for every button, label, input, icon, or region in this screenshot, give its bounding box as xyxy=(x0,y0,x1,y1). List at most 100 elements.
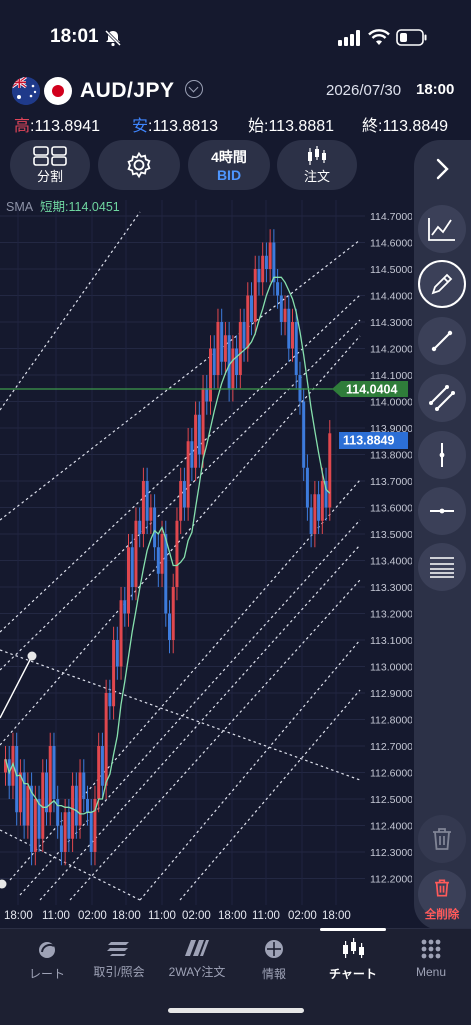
tab-menu[interactable]: Menu xyxy=(384,930,471,990)
delete-all-label: 全削除 xyxy=(424,909,460,921)
time-tick-label: 18:00 xyxy=(112,910,141,922)
trendline-tool-button[interactable] xyxy=(418,317,466,365)
chart-settings-button[interactable] xyxy=(98,140,180,190)
fibonacci-tool-button[interactable] xyxy=(418,543,466,591)
candle-body xyxy=(186,441,190,508)
price-tick-label: 112.5000 xyxy=(370,794,412,806)
delete-all-button[interactable]: 全削除 xyxy=(418,870,466,921)
price-tick-label: 113.7000 xyxy=(370,476,412,488)
trash-icon xyxy=(433,828,451,850)
horizontal-line-tool-button[interactable] xyxy=(418,487,466,535)
candle-body xyxy=(279,295,283,322)
price-tick-label: 112.9000 xyxy=(370,688,412,700)
battery-icon xyxy=(396,29,428,51)
price-chart[interactable]: 114.7000 114.6000 114.5000 114.4000 114.3000… xyxy=(0,196,412,928)
diagonal-line-icon xyxy=(431,330,453,352)
chevron-down-icon[interactable] xyxy=(185,80,203,98)
pencil-tool-button[interactable] xyxy=(418,260,466,308)
collapse-panel-button[interactable] xyxy=(418,145,466,193)
candle-body xyxy=(145,481,149,521)
trade-icon xyxy=(107,942,129,956)
chevron-right-icon xyxy=(436,158,449,180)
candle-body xyxy=(231,348,235,389)
currency-pair-title[interactable]: AUD/JPY xyxy=(80,79,175,103)
channel-line[interactable] xyxy=(0,335,361,746)
candle-body xyxy=(175,520,179,587)
candle-body xyxy=(74,785,78,826)
candle-body xyxy=(149,507,153,521)
candle-body xyxy=(141,481,145,534)
candle-body xyxy=(302,401,306,468)
price-tick-label: 112.4000 xyxy=(370,821,412,833)
order-button[interactable]: 注文 xyxy=(277,140,357,190)
timeframe-button[interactable]: 4時間 BID xyxy=(188,140,270,190)
candle-body xyxy=(164,534,168,614)
candle-body xyxy=(59,825,63,852)
candle-body xyxy=(272,242,276,283)
channel-line[interactable] xyxy=(0,211,141,411)
candle-body xyxy=(119,600,123,667)
candle-body xyxy=(153,507,157,548)
channel-tool-button[interactable] xyxy=(418,374,466,422)
time-tick-label: 11:00 xyxy=(42,910,70,922)
price-tick-label: 114.5000 xyxy=(370,264,412,276)
grid-icon xyxy=(33,145,67,166)
candle-body xyxy=(320,481,324,521)
price-tick-label: 114.3000 xyxy=(370,317,412,329)
price-tick-label: 113.6000 xyxy=(370,503,412,515)
candle-body xyxy=(71,785,75,839)
home-indicator xyxy=(168,1008,304,1013)
candle-body xyxy=(209,348,212,402)
candle-body xyxy=(182,481,186,508)
candle-body xyxy=(26,785,30,826)
signal-icon xyxy=(338,30,362,51)
candle-body xyxy=(78,772,82,826)
channel-line[interactable] xyxy=(9,479,361,881)
line-chart-icon xyxy=(428,218,455,241)
price-tick-label: 114.7000 xyxy=(370,211,412,223)
candle-body xyxy=(104,693,108,786)
bell-muted-icon xyxy=(104,29,122,52)
candle-body xyxy=(130,547,134,587)
candle-body xyxy=(250,295,253,322)
indicator-tool-button[interactable] xyxy=(418,205,466,253)
candle-body xyxy=(313,494,317,534)
time-tick-label: 18:00 xyxy=(4,910,33,922)
price-tick-label: 112.8000 xyxy=(370,715,412,727)
candle-body xyxy=(261,255,265,283)
channel-line[interactable] xyxy=(139,639,361,901)
delete-drawing-button[interactable] xyxy=(418,815,466,863)
candle-body xyxy=(276,282,280,296)
time-tick-label: 02:00 xyxy=(288,910,317,922)
split-view-button[interactable]: 分割 xyxy=(10,140,90,190)
trend-line-handle[interactable] xyxy=(27,651,37,661)
time-axis: 18:00 11:00 02:00 18:00 11:00 02:00 18:00 11:00… xyxy=(4,910,351,922)
price-mode-label: BID xyxy=(216,167,242,183)
channel-line[interactable] xyxy=(0,294,361,633)
candle-body xyxy=(112,640,116,707)
price-tick-label: 113.8000 xyxy=(370,450,412,462)
australia-flag-icon xyxy=(12,77,40,105)
japan-flag-icon xyxy=(44,77,72,105)
candle-body xyxy=(115,640,119,667)
candle-body xyxy=(52,746,56,799)
candle-body xyxy=(86,799,89,813)
candle-body xyxy=(223,335,227,362)
candle-body xyxy=(63,812,67,852)
ohlc-low: 安:113.8813 xyxy=(132,118,219,135)
candle-body xyxy=(171,587,175,640)
candle-body xyxy=(127,547,130,614)
candle-body xyxy=(15,746,19,813)
channel-line[interactable] xyxy=(39,544,361,901)
price-tick-label: 114.2000 xyxy=(370,344,412,356)
channel-line[interactable] xyxy=(19,519,361,896)
ohlc-open: 始:113.8881 xyxy=(248,118,335,135)
candle-date: 2026/07/30 xyxy=(326,82,402,99)
vertical-line-tool-button[interactable] xyxy=(418,431,466,479)
channel-line[interactable] xyxy=(179,689,361,901)
candle-body xyxy=(246,295,250,349)
trend-line-handle[interactable] xyxy=(0,879,7,889)
candle-body xyxy=(179,481,183,521)
candle-body xyxy=(317,494,321,521)
gear-icon xyxy=(127,151,151,179)
